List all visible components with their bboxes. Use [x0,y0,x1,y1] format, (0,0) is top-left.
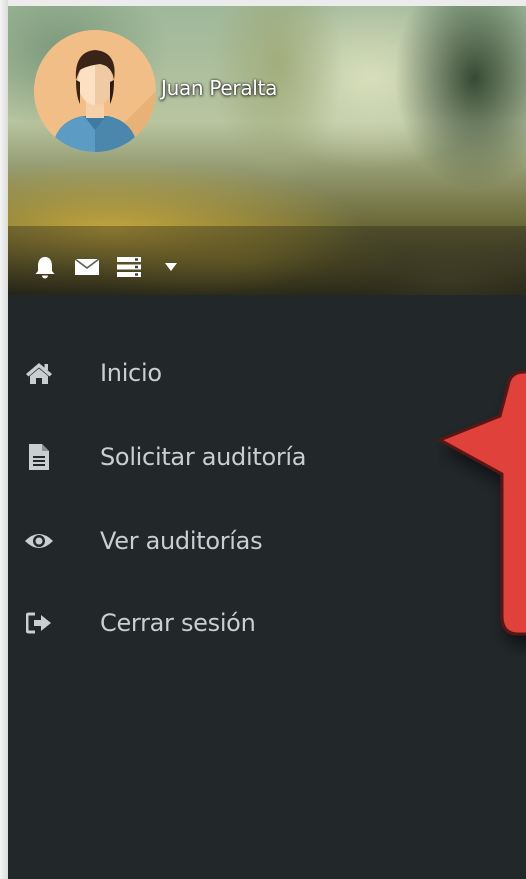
home-icon [24,358,54,388]
menu-item-solicitar-auditoria[interactable]: Solicitar auditoría [8,431,428,483]
avatar[interactable] [34,30,156,152]
envelope-icon[interactable] [72,252,102,282]
eye-icon [24,526,54,556]
menu-label: Ver auditorías [100,527,263,555]
file-document-icon [24,442,54,472]
annotation-callout-arrow [436,366,526,656]
profile-header: Juan Peralta [8,6,526,295]
user-name[interactable]: Juan Peralta [161,76,277,100]
avatar-image [34,30,156,152]
menu-item-ver-auditorias[interactable]: Ver auditorías [8,515,428,567]
menu-label: Cerrar sesión [100,609,256,637]
caret-down-icon[interactable] [156,252,186,282]
menu-item-cerrar-sesion[interactable]: Cerrar sesión [8,597,428,649]
frame-edge [0,0,8,879]
menu-label: Solicitar auditoría [100,443,307,471]
menu-label: Inicio [100,359,162,387]
bell-icon[interactable] [30,252,60,282]
sign-out-icon [24,608,54,638]
server-list-icon[interactable] [114,252,144,282]
user-toolbar [30,252,198,282]
menu-item-inicio[interactable]: Inicio [8,347,428,399]
sidebar: Juan Peralta Inicio Solicitar auditoría … [8,6,526,879]
